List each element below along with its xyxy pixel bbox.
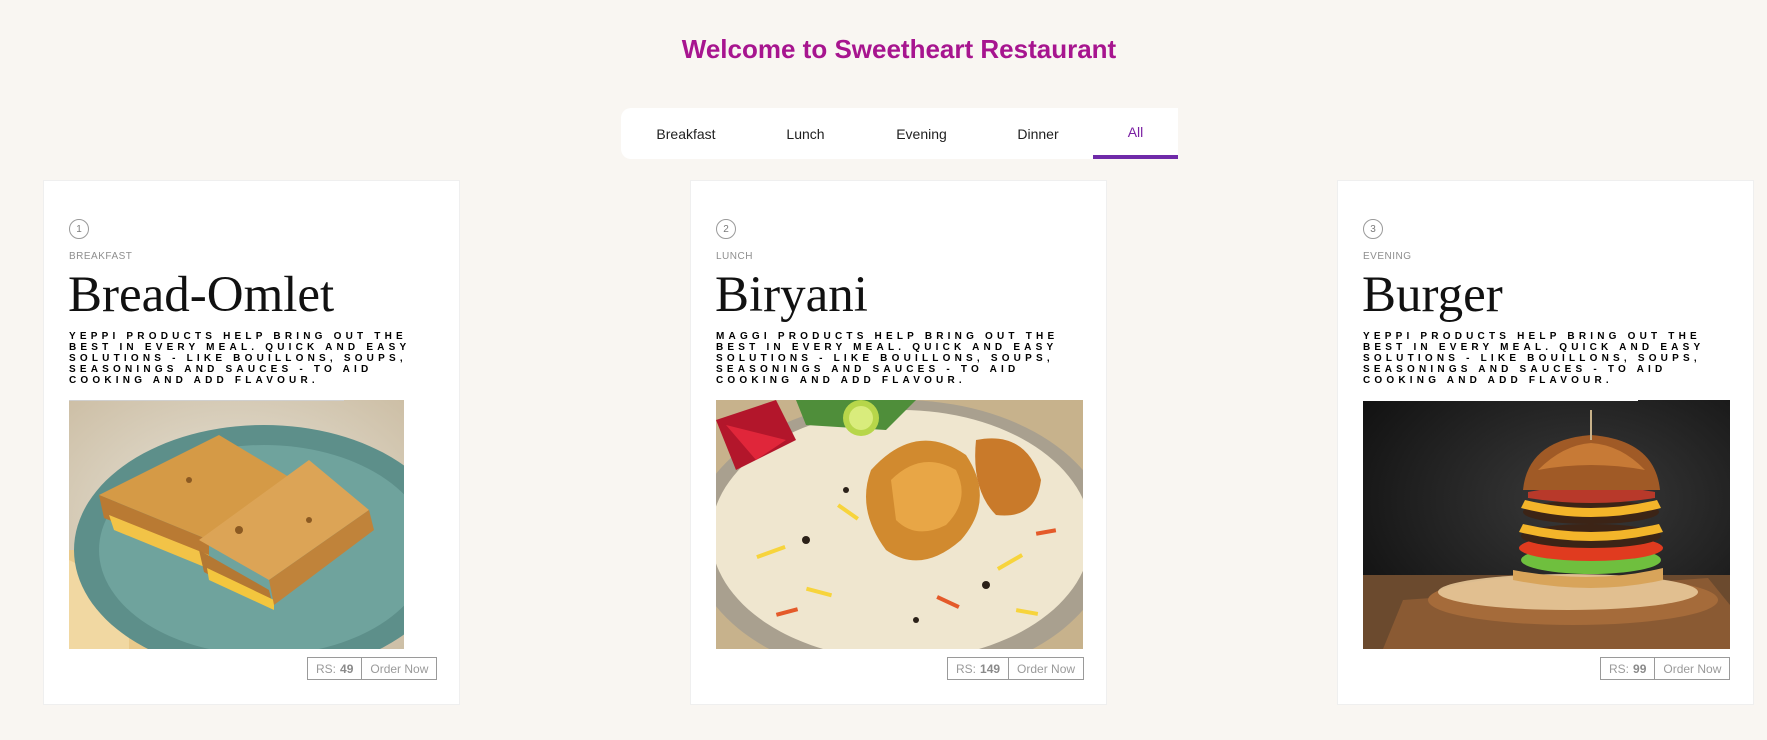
image-divider: [1363, 400, 1638, 401]
item-number-badge: 2: [716, 219, 736, 239]
bread-omelette-sandwich-photo: [69, 400, 404, 649]
dish-name: Bread-Omlet: [68, 267, 335, 323]
dish-description: Maggi products help bring out the best i…: [716, 331, 1059, 386]
item-number-badge: 3: [1363, 219, 1383, 239]
tab-breakfast[interactable]: Breakfast: [621, 108, 751, 159]
item-category: LUNCH: [716, 251, 753, 262]
price-tag: RS: 99: [1600, 657, 1656, 680]
double-cheeseburger-photo: [1363, 400, 1730, 649]
price-label: RS:: [956, 661, 977, 676]
page-title: Welcome to Sweetheart Restaurant: [681, 34, 1117, 64]
price-order-group: RS: 99 Order Now: [1600, 657, 1731, 680]
order-now-button[interactable]: Order Now: [1009, 657, 1085, 680]
price-tag: RS: 49: [307, 657, 363, 680]
chicken-biryani-photo: [716, 400, 1083, 649]
menu-card-biryani: 2 LUNCH Biryani Maggi products help brin…: [690, 180, 1107, 705]
price-value: 99: [1633, 661, 1647, 676]
item-category: BREAKFAST: [69, 251, 133, 262]
dish-description: Yeppi products help bring out the best i…: [1363, 331, 1705, 386]
price-value: 49: [340, 661, 354, 676]
dish-description: Yeppi products help bring out the best i…: [69, 331, 411, 386]
price-order-group: RS: 149 Order Now: [947, 657, 1085, 680]
dish-name: Burger: [1362, 267, 1503, 323]
item-category: EVENING: [1363, 251, 1412, 262]
image-divider: [69, 400, 344, 401]
price-order-group: RS: 49 Order Now: [307, 657, 438, 680]
item-number-badge: 1: [69, 219, 89, 239]
order-now-button[interactable]: Order Now: [362, 657, 438, 680]
menu-card-bread-omlet: 1 BREAKFAST Bread-Omlet Yeppi products h…: [43, 180, 460, 705]
tab-dinner[interactable]: Dinner: [983, 108, 1093, 159]
dish-name: Biryani: [715, 267, 868, 323]
menu-card-burger: 3 EVENING Burger Yeppi products help bri…: [1337, 180, 1754, 705]
order-now-button[interactable]: Order Now: [1655, 657, 1731, 680]
category-tabs: Breakfast Lunch Evening Dinner All: [621, 108, 1178, 159]
price-tag: RS: 149: [947, 657, 1010, 680]
price-label: RS:: [1609, 661, 1630, 676]
tab-lunch[interactable]: Lunch: [751, 108, 860, 159]
price-value: 149: [980, 661, 1001, 676]
tab-evening[interactable]: Evening: [860, 108, 983, 159]
tab-all[interactable]: All: [1093, 108, 1178, 159]
price-label: RS:: [316, 661, 337, 676]
